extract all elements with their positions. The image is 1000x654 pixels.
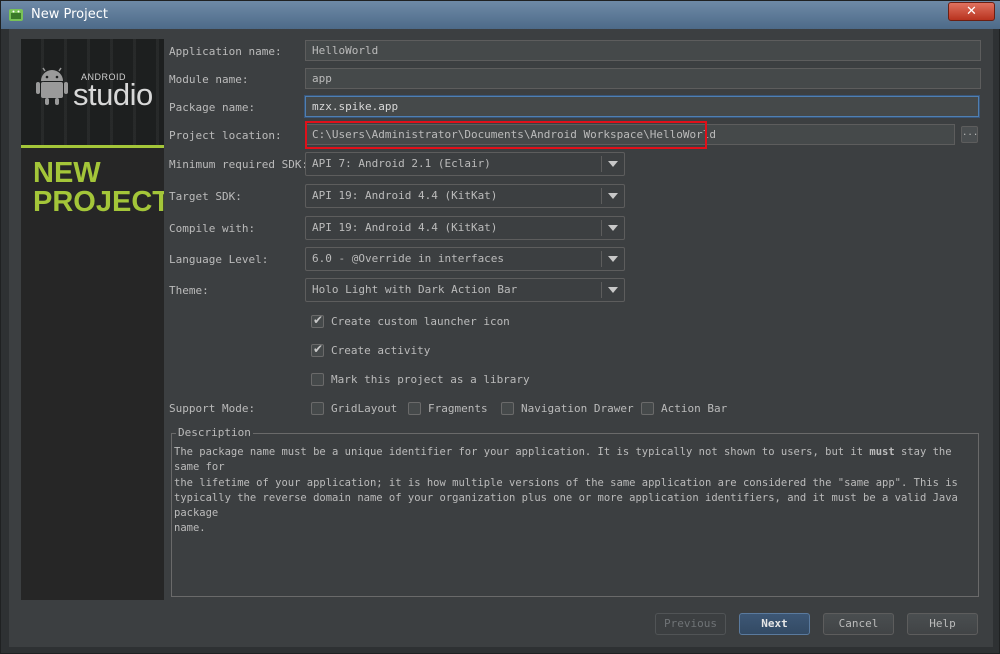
new-project-window: New Project ✕ ANDROID studio NEW PROJECT bbox=[0, 0, 1000, 654]
checkbox-box[interactable]: ✔ bbox=[311, 342, 324, 357]
action-bar-label: Action Bar bbox=[661, 402, 728, 415]
close-icon: ✕ bbox=[966, 4, 977, 19]
checkbox-box[interactable] bbox=[311, 402, 324, 415]
app-name-field[interactable]: HelloWorld bbox=[305, 40, 981, 61]
chevron-down-icon bbox=[608, 256, 618, 262]
create-activity-label: Create activity bbox=[331, 344, 431, 357]
package-name-label: Package name: bbox=[169, 101, 256, 114]
heading-line-project: PROJECT bbox=[33, 186, 164, 218]
sidebar-panel: ANDROID studio NEW PROJECT bbox=[21, 39, 164, 600]
description-text-part1: The package name must be a unique identi… bbox=[174, 446, 870, 458]
target-sdk-dropdown[interactable]: API 19: Android 4.4 (KitKat) bbox=[305, 184, 625, 208]
android-studio-icon bbox=[9, 9, 23, 21]
combo-separator bbox=[601, 251, 602, 267]
min-sdk-label: Minimum required SDK: bbox=[169, 158, 309, 171]
gridlayout-label: GridLayout bbox=[331, 402, 398, 415]
compile-with-value: API 19: Android 4.4 (KitKat) bbox=[312, 221, 498, 234]
previous-button[interactable]: Previous bbox=[655, 613, 726, 635]
theme-value: Holo Light with Dark Action Bar bbox=[312, 283, 518, 296]
theme-dropdown[interactable]: Holo Light with Dark Action Bar bbox=[305, 278, 625, 302]
target-sdk-label: Target SDK: bbox=[169, 190, 242, 203]
description-text-part2: stay the same for the lifetime of your a… bbox=[174, 446, 958, 535]
combo-separator bbox=[601, 156, 602, 172]
project-location-label: Project location: bbox=[169, 129, 282, 142]
compile-with-label: Compile with: bbox=[169, 222, 256, 235]
combo-separator bbox=[601, 220, 602, 236]
android-logo-icon bbox=[36, 67, 68, 105]
browse-button[interactable]: ... bbox=[961, 126, 978, 143]
chevron-down-icon bbox=[608, 193, 618, 199]
checkbox-box[interactable] bbox=[311, 373, 324, 386]
chevron-down-icon bbox=[608, 161, 618, 167]
checkbox-box[interactable] bbox=[501, 402, 514, 415]
support-mode-label: Support Mode: bbox=[169, 402, 256, 415]
description-text-bold: must bbox=[869, 446, 895, 458]
highlight-annotation bbox=[305, 121, 707, 149]
target-sdk-value: API 19: Android 4.4 (KitKat) bbox=[312, 189, 498, 202]
checkbox-box[interactable] bbox=[408, 402, 421, 415]
description-title: Description bbox=[176, 426, 253, 439]
description-text: The package name must be a unique identi… bbox=[174, 445, 974, 537]
checkmark-icon: ✔ bbox=[313, 313, 324, 327]
accent-line bbox=[21, 145, 164, 148]
compile-with-dropdown[interactable]: API 19: Android 4.4 (KitKat) bbox=[305, 216, 625, 240]
chevron-down-icon bbox=[608, 225, 618, 231]
language-level-value: 6.0 - @Override in interfaces bbox=[312, 252, 505, 265]
close-button[interactable]: ✕ bbox=[948, 2, 995, 21]
checkmark-icon: ✔ bbox=[313, 342, 324, 356]
fragments-label: Fragments bbox=[428, 402, 488, 415]
theme-label: Theme: bbox=[169, 284, 209, 297]
dialog-body: ANDROID studio NEW PROJECT Application n… bbox=[9, 29, 993, 647]
next-button[interactable]: Next bbox=[739, 613, 810, 635]
heading-line-new: NEW bbox=[33, 157, 101, 189]
brand-big-text: studio bbox=[73, 77, 153, 112]
cancel-button[interactable]: Cancel bbox=[823, 613, 894, 635]
checkbox-box[interactable] bbox=[641, 402, 654, 415]
combo-separator bbox=[601, 282, 602, 298]
combo-separator bbox=[601, 188, 602, 204]
chevron-down-icon bbox=[608, 287, 618, 293]
package-name-field[interactable]: mzx.spike.app bbox=[305, 96, 979, 117]
title-bar[interactable]: New Project ✕ bbox=[1, 1, 1000, 29]
module-name-label: Module name: bbox=[169, 73, 249, 86]
app-name-label: Application name: bbox=[169, 45, 282, 58]
module-name-field[interactable]: app bbox=[305, 68, 981, 89]
library-label: Mark this project as a library bbox=[331, 373, 530, 386]
min-sdk-value: API 7: Android 2.1 (Eclair) bbox=[312, 157, 491, 170]
help-button[interactable]: Help bbox=[907, 613, 978, 635]
window-title: New Project bbox=[31, 7, 108, 22]
custom-launcher-icon-label: Create custom launcher icon bbox=[331, 315, 510, 328]
language-level-dropdown[interactable]: 6.0 - @Override in interfaces bbox=[305, 247, 625, 271]
checkbox-box[interactable]: ✔ bbox=[311, 313, 324, 328]
language-level-label: Language Level: bbox=[169, 253, 269, 266]
navigation-drawer-label: Navigation Drawer bbox=[521, 402, 634, 415]
min-sdk-dropdown[interactable]: API 7: Android 2.1 (Eclair) bbox=[305, 152, 625, 176]
